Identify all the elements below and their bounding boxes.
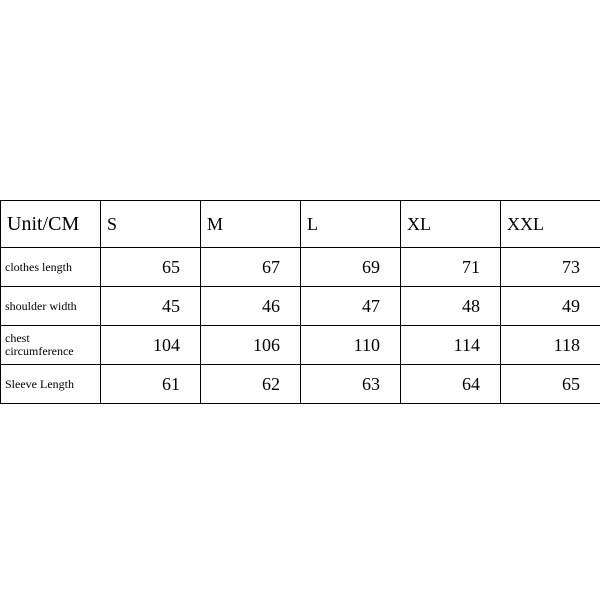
cell: 65 [101, 248, 201, 287]
table-row: chest circumference 104 106 110 114 118 [1, 326, 600, 365]
cell: 67 [201, 248, 301, 287]
size-header-m: M [201, 201, 301, 248]
cell: 61 [101, 365, 201, 404]
cell: 64 [401, 365, 501, 404]
row-label: Sleeve Length [1, 365, 101, 404]
cell: 48 [401, 287, 501, 326]
row-label: shoulder width [1, 287, 101, 326]
table-row: shoulder width 45 46 47 48 49 [1, 287, 600, 326]
size-chart-table: Unit/CM S M L XL XXL clothes length 65 6… [0, 200, 600, 404]
cell: 63 [301, 365, 401, 404]
row-label: chest circumference [1, 326, 101, 365]
cell: 118 [501, 326, 600, 365]
row-label: clothes length [1, 248, 101, 287]
cell: 49 [501, 287, 600, 326]
cell: 45 [101, 287, 201, 326]
cell: 47 [301, 287, 401, 326]
size-header-xl: XL [401, 201, 501, 248]
cell: 110 [301, 326, 401, 365]
cell: 62 [201, 365, 301, 404]
cell: 106 [201, 326, 301, 365]
size-header-xxl: XXL [501, 201, 600, 248]
cell: 114 [401, 326, 501, 365]
unit-header: Unit/CM [1, 201, 101, 248]
size-header-s: S [101, 201, 201, 248]
cell: 104 [101, 326, 201, 365]
cell: 71 [401, 248, 501, 287]
cell: 46 [201, 287, 301, 326]
cell: 65 [501, 365, 600, 404]
table-row: Sleeve Length 61 62 63 64 65 [1, 365, 600, 404]
table-row: clothes length 65 67 69 71 73 [1, 248, 600, 287]
header-row: Unit/CM S M L XL XXL [1, 201, 600, 248]
size-header-l: L [301, 201, 401, 248]
cell: 69 [301, 248, 401, 287]
cell: 73 [501, 248, 600, 287]
